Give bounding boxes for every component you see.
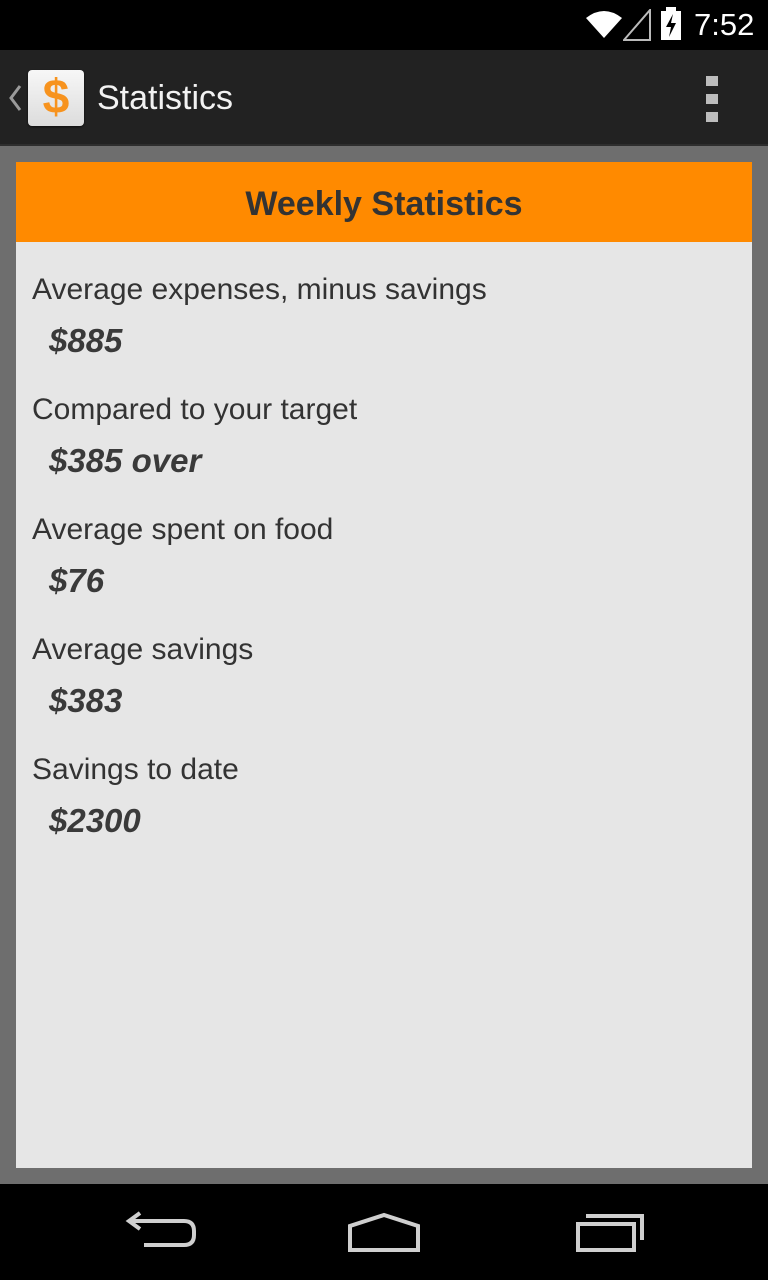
app-icon[interactable]: $	[28, 70, 84, 126]
stat-value: $2300	[49, 802, 141, 839]
screen: 7:52 $ Statistics Weekly Statistics Aver…	[0, 0, 768, 1280]
stat-label: Average savings	[32, 633, 254, 666]
status-bar: 7:52	[0, 0, 768, 50]
back-icon[interactable]	[110, 1204, 210, 1260]
app-icon-glyph: $	[42, 71, 70, 124]
stat-compared-to-target: Compared to your target $385 over	[32, 392, 732, 480]
stat-label: Compared to your target	[32, 393, 358, 426]
stat-label: Savings to date	[32, 753, 239, 786]
stat-label: Average spent on food	[32, 513, 334, 546]
stat-average-savings: Average savings $383	[32, 632, 732, 720]
battery-charging-icon	[661, 7, 681, 40]
stat-value: $383	[49, 682, 123, 719]
overflow-menu-icon[interactable]	[700, 76, 724, 122]
stat-value: $385 over	[49, 442, 202, 479]
statistics-card: Weekly Statistics Average expenses, minu…	[16, 162, 752, 1168]
wifi-icon	[586, 11, 622, 38]
chevron-left-icon[interactable]	[6, 80, 24, 116]
stat-average-expenses: Average expenses, minus savings $885	[32, 272, 732, 360]
clock: 7:52	[694, 7, 755, 42]
page-title: Statistics	[97, 79, 234, 117]
action-bar: $ Statistics	[0, 50, 768, 146]
card-header-title: Weekly Statistics	[245, 185, 523, 223]
navigation-bar	[0, 1184, 768, 1280]
recent-apps-icon[interactable]	[560, 1204, 660, 1260]
stat-value: $885	[49, 322, 123, 359]
signal-icon	[623, 9, 651, 41]
stat-label: Average expenses, minus savings	[32, 273, 487, 306]
card-header: Weekly Statistics	[16, 162, 752, 242]
stat-value: $76	[49, 562, 105, 599]
content-area: Weekly Statistics Average expenses, minu…	[0, 146, 768, 1184]
stat-savings-to-date: Savings to date $2300	[32, 752, 732, 840]
stat-average-food: Average spent on food $76	[32, 512, 732, 600]
home-icon[interactable]	[334, 1204, 434, 1260]
